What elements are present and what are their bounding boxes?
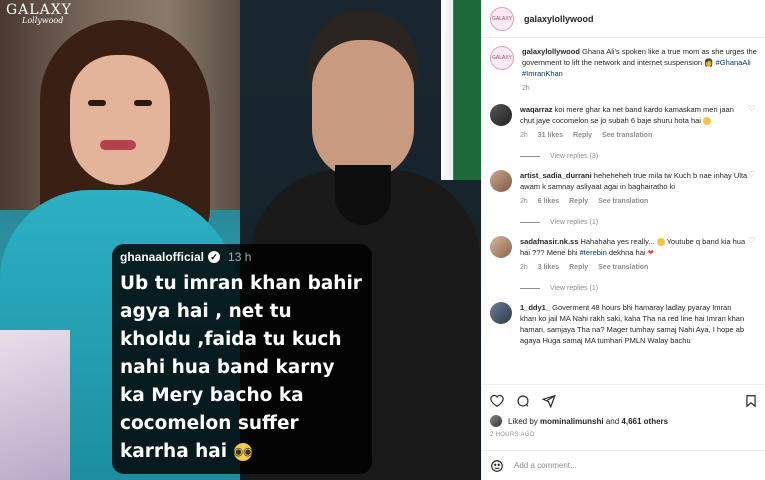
caption-age: 2h <box>522 85 530 92</box>
caption-username[interactable]: galaxylollywood <box>522 47 580 56</box>
story-text: Ub tu imran khan bahir agya hai , net tu… <box>120 273 362 462</box>
view-replies-link[interactable]: View replies (1) <box>520 219 765 226</box>
see-translation-link[interactable]: See translation <box>598 264 648 271</box>
comment-likes[interactable]: 6 likes <box>538 198 559 205</box>
heart-emoji-icon: ❤ <box>647 248 654 257</box>
see-translation-link[interactable]: See translation <box>598 198 648 205</box>
post-header: GALAXY galaxylollywood <box>482 0 765 38</box>
avatar[interactable]: GALAXY <box>490 6 514 31</box>
comment-username[interactable]: waqarraz <box>520 105 553 114</box>
post-image[interactable]: GALAXY Lollywood ghanaalofficial ✓ 13 h … <box>0 0 481 480</box>
smiley-icon[interactable] <box>490 459 504 473</box>
comments-list[interactable]: GALAXY galaxylollywood Ghana Ali's spoke… <box>482 38 765 384</box>
story-username: ghanaalofficial <box>120 250 205 264</box>
comment-hashtag[interactable]: #terebin <box>580 248 607 257</box>
comment-item: sadafnasir.nk.ss Hahahaha yes really... … <box>482 236 765 273</box>
person-emoji-icon: 👩 <box>704 58 714 67</box>
reply-button[interactable]: Reply <box>569 198 588 205</box>
comment-username[interactable]: sadafnasir.nk.ss <box>520 237 578 246</box>
comment-username[interactable]: artist_sadia_durrani <box>520 171 592 180</box>
comment-username[interactable]: 1_ddy1_ <box>520 303 550 312</box>
comment-item: 1_ddy1_ Goverment 48 hours bhi hamaray l… <box>482 302 765 346</box>
story-card: ghanaalofficial ✓ 13 h Ub tu imran khan … <box>112 244 372 474</box>
see-translation-link[interactable]: See translation <box>602 132 652 139</box>
avatar[interactable] <box>490 170 512 192</box>
reply-button[interactable]: Reply <box>569 264 588 271</box>
bookmark-icon[interactable] <box>744 394 758 408</box>
smile-emoji-icon <box>703 117 712 126</box>
avatar[interactable] <box>490 104 512 126</box>
comment-text: Goverment 48 hours bhi hamaray ladlay py… <box>520 303 745 345</box>
story-time: 13 h <box>228 250 252 264</box>
verified-icon: ✓ <box>208 251 221 263</box>
comment-item: waqarraz koi mere ghar ka net band kardo… <box>482 104 765 141</box>
likes-summary[interactable]: Liked by mominalimunshi and 4,661 others <box>490 415 758 427</box>
comment-text: koi mere ghar ka net band kardo kamaskam… <box>520 105 734 125</box>
avatar[interactable] <box>490 302 512 324</box>
add-comment-input[interactable]: Add a comment... <box>514 461 577 470</box>
flag <box>441 0 481 180</box>
share-icon[interactable] <box>542 394 556 408</box>
add-comment-bar: Add a comment... <box>482 450 765 480</box>
like-comment-icon[interactable]: ♡ <box>748 170 755 207</box>
reply-button[interactable]: Reply <box>573 132 592 139</box>
glasses-emoji-icon: ◉◉ <box>233 443 253 461</box>
post-timestamp: 2 HOURS AGO <box>490 432 535 438</box>
like-comment-icon[interactable]: ♡ <box>748 104 755 141</box>
avatar[interactable]: GALAXY <box>490 46 514 70</box>
view-replies-link[interactable]: View replies (3) <box>520 153 765 160</box>
laugh-emoji-icon <box>656 238 665 247</box>
liked-by-user[interactable]: mominalimunshi <box>540 417 604 426</box>
post-username[interactable]: galaxylollywood <box>524 14 594 24</box>
comment-icon[interactable] <box>516 394 530 408</box>
watermark-logo: GALAXY Lollywood <box>6 2 72 25</box>
avatar <box>490 415 502 427</box>
post-actions: Liked by mominalimunshi and 4,661 others… <box>482 384 765 450</box>
comment-item: artist_sadia_durrani heheheheh true mila… <box>482 170 765 207</box>
heart-icon[interactable] <box>490 394 504 408</box>
like-comment-icon[interactable]: ♡ <box>748 236 755 273</box>
post-sidebar: GALAXY galaxylollywood GALAXY galaxyloll… <box>481 0 765 480</box>
comment-likes[interactable]: 31 likes <box>538 132 563 139</box>
avatar[interactable] <box>490 236 512 258</box>
comment-likes[interactable]: 3 likes <box>538 264 559 271</box>
view-replies-link[interactable]: View replies (1) <box>520 285 765 292</box>
caption: GALAXY galaxylollywood Ghana Ali's spoke… <box>482 46 765 94</box>
likes-others[interactable]: 4,661 others <box>621 417 668 426</box>
